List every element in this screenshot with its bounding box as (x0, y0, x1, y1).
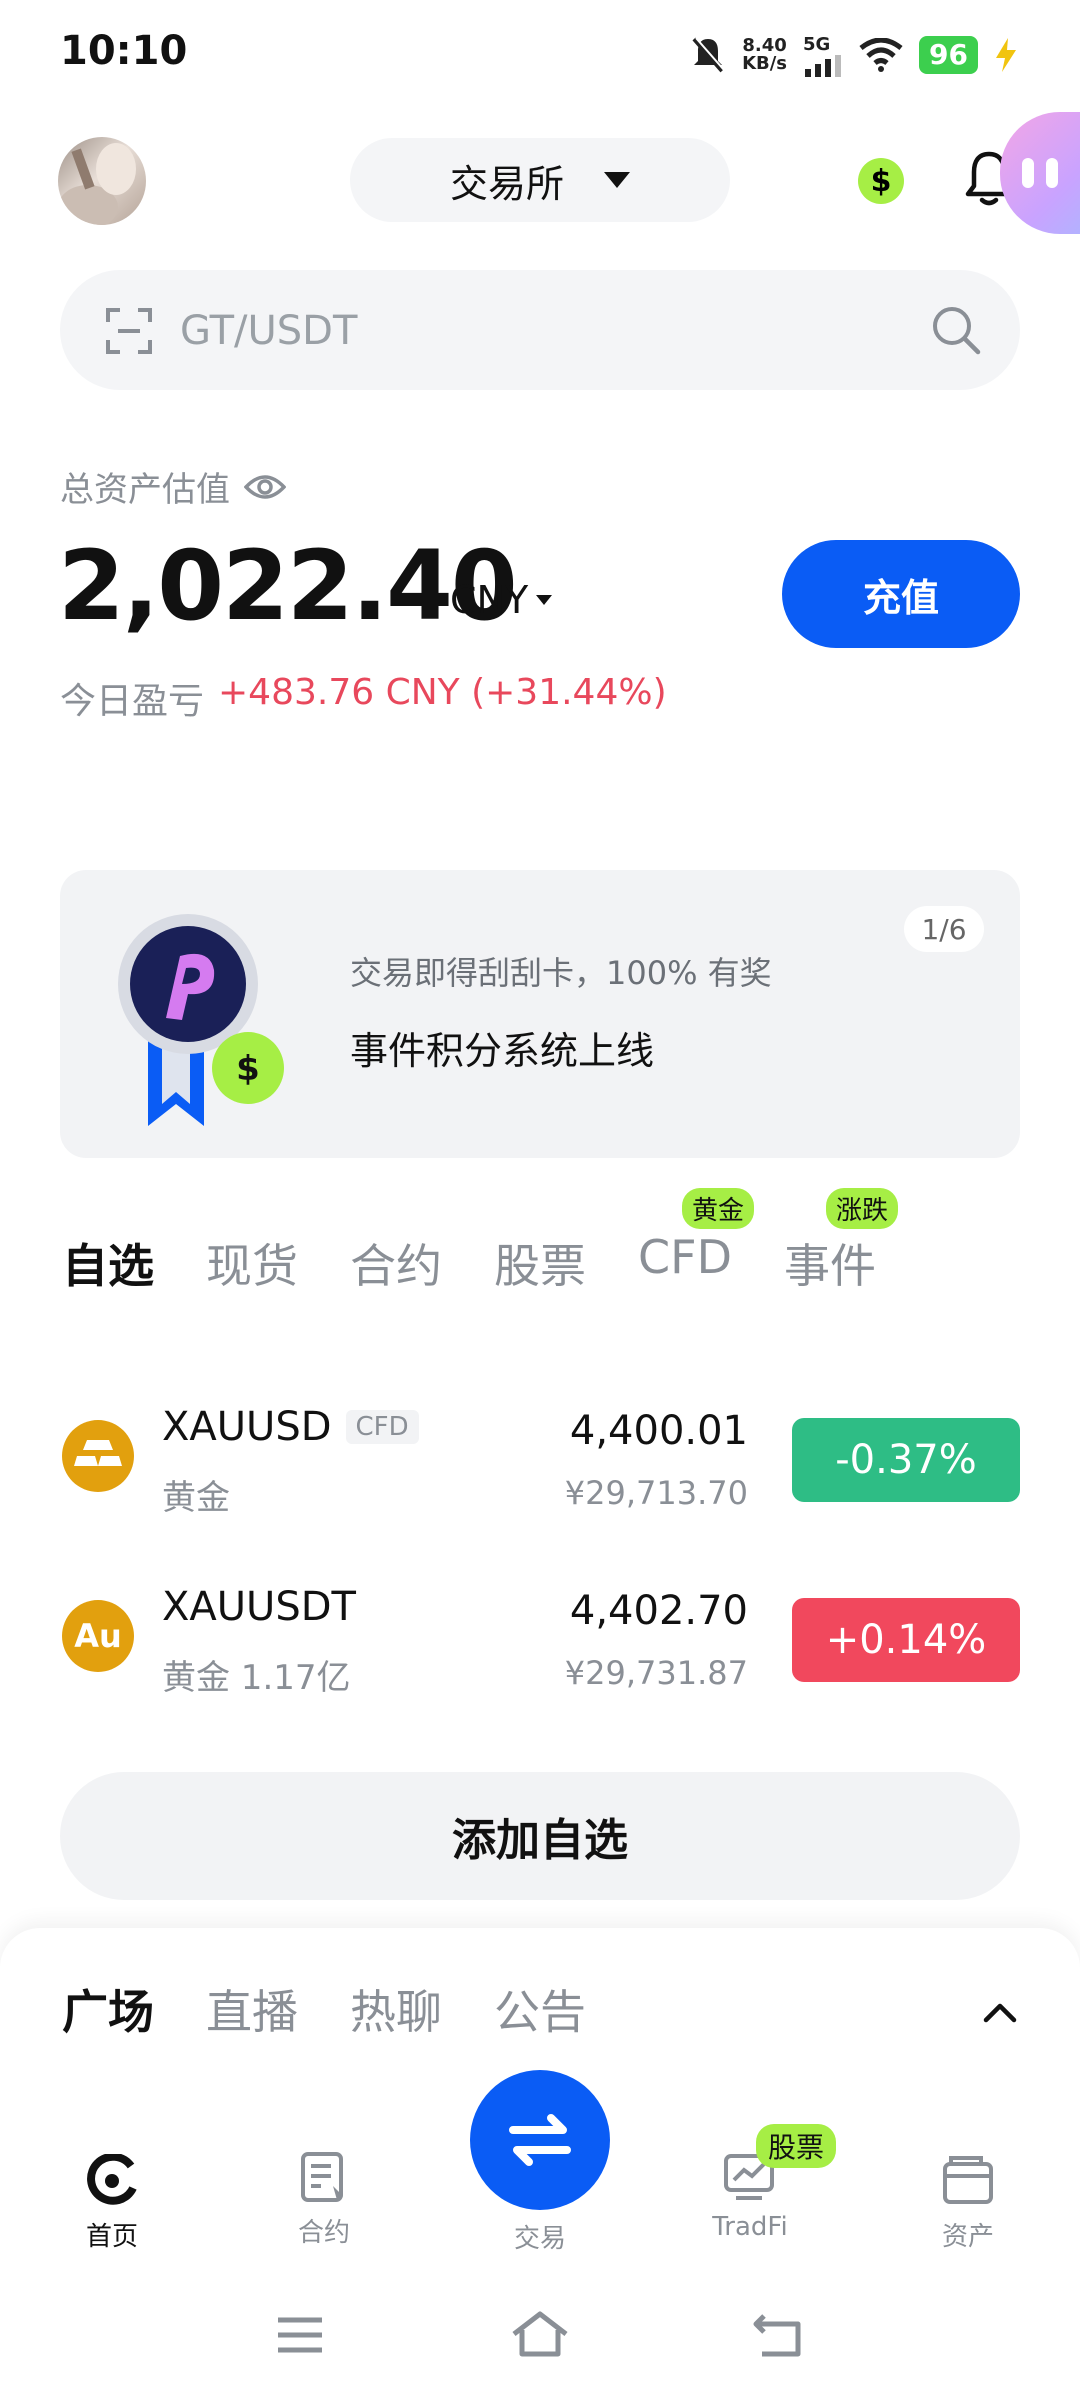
tab-cfd[interactable]: CFD 黄金 (638, 1188, 754, 1296)
swap-arrows-icon (509, 2114, 571, 2166)
avatar[interactable] (58, 137, 146, 225)
pnl-label: 今日盈亏 (60, 681, 205, 722)
price-cny: ¥29,731.87 (564, 1654, 748, 1692)
banner-page-indicator: 1/6 (904, 906, 984, 952)
search-icon[interactable] (928, 302, 984, 358)
charging-icon (996, 38, 1016, 72)
community-tabs: 广场 直播 热聊 公告 (62, 1976, 586, 2042)
change-badge[interactable]: -0.37% (792, 1418, 1020, 1502)
caret-down-icon (536, 595, 553, 605)
symbol: XAUUSD CFD (162, 1404, 419, 1450)
tab-stocks[interactable]: 股票 (494, 1230, 586, 1296)
dropdown-arrow-icon (604, 172, 630, 188)
home-icon (87, 2154, 137, 2205)
market-tag: CFD (345, 1410, 419, 1444)
add-watchlist-button[interactable]: 添加自选 (60, 1772, 1020, 1900)
last-price: 4,400.01 (569, 1408, 748, 1454)
tab-favorites[interactable]: 自选 (62, 1230, 154, 1296)
wifi-icon (859, 38, 903, 72)
coin-rewards-icon[interactable]: $ (858, 158, 904, 204)
last-price: 4,402.70 (569, 1588, 748, 1634)
change-badge[interactable]: +0.14% (792, 1598, 1020, 1682)
assistant-eye-icon (1022, 158, 1034, 188)
banner-title: 事件积分系统上线 (350, 1029, 655, 1073)
watchlist-row[interactable]: Au XAUUSDT 黄金 1.17亿 4,402.70 ¥29,731.87 … (60, 1564, 1020, 1704)
tab-badge: 涨跌 (825, 1188, 898, 1229)
tab-square[interactable]: 广场 (62, 1976, 154, 2042)
deposit-button[interactable]: 充值 (782, 540, 1020, 648)
search-input[interactable] (178, 270, 882, 392)
tab-spot[interactable]: 现货 (206, 1230, 298, 1296)
home-system-icon[interactable] (510, 2310, 570, 2360)
nav-futures[interactable]: 合约 (254, 2150, 394, 2249)
currency-selector[interactable]: CNY (450, 578, 553, 622)
status-time: 10:10 (60, 28, 188, 74)
medal-coin-text: $ (236, 1049, 260, 1089)
total-assets-value: 2,022.40 (58, 530, 518, 642)
search-bar[interactable] (60, 270, 1020, 392)
ai-assistant-button[interactable] (1000, 112, 1080, 234)
medal-icon: $ (118, 914, 284, 1126)
nav-home[interactable]: 首页 (42, 2154, 182, 2253)
futures-icon (301, 2152, 343, 2202)
cell-signal-icon: 5G (803, 34, 843, 77)
promo-banner[interactable]: $ 1/6 交易即得刮刮卡，100% 有奖 事件积分系统上线 (60, 870, 1020, 1158)
tab-futures[interactable]: 合约 (350, 1230, 442, 1296)
status-icons: 8.40 KB/s 5G 96 (690, 28, 1018, 82)
avatar-image (58, 143, 136, 225)
mute-bell-icon (692, 37, 725, 73)
banner-subtitle: 交易即得刮刮卡，100% 有奖 (350, 954, 772, 992)
exchange-label: 交易所 (449, 161, 564, 206)
nav-trade-button[interactable] (470, 2070, 610, 2210)
assistant-eye-icon (1046, 158, 1058, 188)
tab-live[interactable]: 直播 (206, 1976, 298, 2042)
wallet-icon (943, 2156, 993, 2204)
eye-icon[interactable] (244, 473, 286, 501)
chevron-up-icon[interactable] (980, 1992, 1020, 2032)
watchlist-row[interactable]: XAUUSD CFD 黄金 4,400.01 ¥29,713.70 -0.37% (60, 1384, 1020, 1524)
market-tabs: 自选 现货 合约 股票 CFD 黄金 事件 涨跌 (62, 1188, 898, 1296)
daily-pnl: 今日盈亏 +483.76 CNY (+31.44%) (60, 672, 667, 724)
gold-bars-icon (62, 1420, 134, 1492)
nav-assets[interactable]: 资产 (898, 2154, 1038, 2253)
battery-indicator: 96 (919, 36, 978, 74)
price-cny: ¥29,713.70 (564, 1474, 748, 1512)
tab-events[interactable]: 事件 涨跌 (784, 1188, 898, 1296)
tab-chat[interactable]: 热聊 (350, 1976, 442, 2042)
au-icon: Au (62, 1600, 134, 1672)
asset-name: 黄金 (162, 1478, 230, 1518)
pnl-value: +483.76 CNY (+31.44%) (218, 672, 667, 713)
net-speed: 8.40 KB/s (742, 35, 788, 74)
exchange-switch[interactable]: 交易所 (350, 138, 730, 222)
tradfi-badge: 股票 (756, 2124, 837, 2168)
nav-trade-label[interactable]: 交易 (470, 2218, 610, 2255)
tab-badge: 黄金 (681, 1188, 754, 1229)
menu-icon[interactable] (270, 2310, 330, 2360)
total-assets-label: 总资产估值 (60, 462, 286, 511)
scan-icon[interactable] (104, 306, 154, 356)
back-icon[interactable] (750, 2310, 810, 2360)
symbol: XAUUSDT (162, 1584, 356, 1630)
tab-announcements[interactable]: 公告 (494, 1976, 586, 2042)
asset-name: 黄金 1.17亿 (162, 1658, 351, 1698)
